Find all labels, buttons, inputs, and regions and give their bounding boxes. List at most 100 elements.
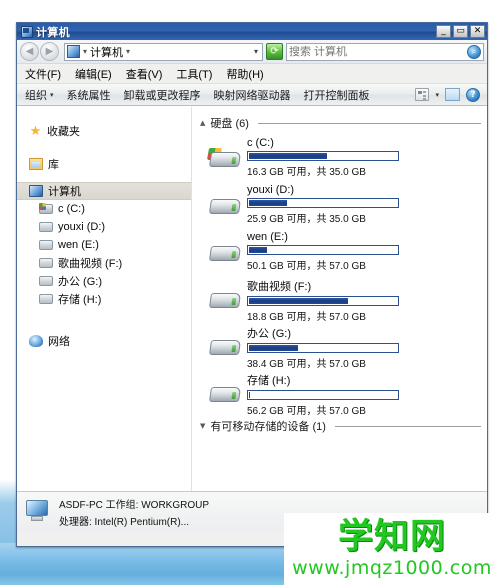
capacity-bar [247,245,399,255]
sidebar-item-drive-h[interactable]: 存储 (H:) [17,290,191,308]
drive-item-h[interactable]: 存储 (H:) 56.2 GB 可用，共 57.0 GB [208,371,481,417]
capacity-bar-fill [249,345,298,351]
forward-button[interactable]: ▶ [40,42,59,61]
drive-icon [208,334,242,361]
open-control-panel-button[interactable]: 打开控制面板 [304,87,370,103]
sidebar-item-drive-e[interactable]: wen (E:) [17,236,191,254]
drive-info: 办公 (G:) 38.4 GB 可用，共 57.0 GB [247,324,481,370]
organize-button[interactable]: 组织 ▾ [25,87,54,103]
drive-name: 办公 (G:) [247,328,291,340]
close-button[interactable]: ✕ [470,25,485,38]
help-icon[interactable]: ? [466,87,480,102]
address-input[interactable]: ▾ 计算机 ▾ ▾ [64,42,263,61]
drive-item-d[interactable]: youxi (D:) 25.9 GB 可用，共 35.0 GB [208,183,481,225]
sidebar-item-computer[interactable]: 计算机 [17,182,191,200]
capacity-bar-fill [249,392,251,398]
drive-capacity-text: 50.1 GB 可用，共 57.0 GB [247,261,366,272]
drive-name: youxi (D:) [247,184,295,196]
organize-label: 组织 [25,89,47,102]
capacity-bar [247,390,399,400]
back-button[interactable]: ◀ [20,42,39,61]
sidebar-item-network[interactable]: 网络 [17,326,191,356]
status-computer-workgroup: ASDF-PC 工作组: WORKGROUP [59,499,210,511]
group-label: 有可移动存储的设备 (1) [210,421,326,433]
refresh-button[interactable]: ⟳ [266,43,283,60]
chevron-down-icon[interactable]: ▾ [435,91,439,99]
computer-icon [23,499,51,524]
map-network-drive-button[interactable]: 映射网络驱动器 [214,87,291,103]
window-body: ★ 收藏夹 库 计算机 c (C:) youxi (D:) wen (E:) 歌… [17,106,487,491]
group-header-hard-disks[interactable]: ▲ 硬盘 (6) [200,115,481,131]
breadcrumb-item-computer[interactable]: 计算机 [90,44,123,60]
navigation-buttons: ◀ ▶ [20,42,59,61]
watermark-url: www.jmqz1000.com [292,557,492,579]
watermark: 学知网 www.jmqz1000.com [284,513,500,585]
screen: 计算机 _ ▭ ✕ ◀ ▶ ▾ 计算机 ▾ ▾ ⟳ ⌕ [0,0,500,585]
sidebar-item-libraries[interactable]: 库 [17,149,191,179]
libraries-group: 库 [17,149,191,179]
drive-icon [39,222,53,232]
drive-capacity-text: 16.3 GB 可用，共 35.0 GB [247,167,366,178]
group-header-removable-storage[interactable]: ▼ 有可移动存储的设备 (1) [200,418,481,434]
navigation-pane: ★ 收藏夹 库 计算机 c (C:) youxi (D:) wen (E:) 歌… [17,107,192,491]
menu-item-help[interactable]: 帮助(H) [226,66,263,82]
drive-item-c[interactable]: c (C:) 16.3 GB 可用，共 35.0 GB [206,136,481,178]
content-pane: ▲ 硬盘 (6) c (C:) 16.3 GB 可用，共 35.0 GB you… [192,107,487,491]
capacity-bar [247,151,399,161]
explorer-window: 计算机 _ ▭ ✕ ◀ ▶ ▾ 计算机 ▾ ▾ ⟳ ⌕ [16,22,488,547]
disk-shape [208,387,242,402]
network-group: 网络 [17,326,191,356]
sidebar-item-drive-d[interactable]: youxi (D:) [17,218,191,236]
menu-item-view[interactable]: 查看(V) [126,66,163,82]
monitor-base-shape [31,516,43,521]
watermark-title: 学知网 [337,517,446,557]
capacity-bar [247,198,399,208]
system-drive-icon [206,146,242,173]
drive-item-g[interactable]: 办公 (G:) 38.4 GB 可用，共 57.0 GB [208,324,481,370]
menu-item-edit[interactable]: 编辑(E) [75,66,112,82]
chevron-down-icon[interactable]: ▾ [254,47,260,56]
system-properties-button[interactable]: 系统属性 [67,87,111,103]
menu-bar: 文件(F) 编辑(E) 查看(V) 工具(T) 帮助(H) [17,64,487,83]
sidebar-item-favorites[interactable]: ★ 收藏夹 [17,116,191,146]
capacity-bar [247,343,399,353]
search-icon[interactable]: ⌕ [467,44,481,59]
command-bar-right: ▾ ? [415,87,483,102]
computer-group: 计算机 c (C:) youxi (D:) wen (E:) 歌曲视频 (F:)… [17,182,191,308]
sidebar-item-label: youxi (D:) [58,221,106,233]
capacity-bar-fill [249,153,328,159]
change-view-icon[interactable] [415,88,430,101]
disk-shape [208,340,242,355]
drive-item-e[interactable]: wen (E:) 50.1 GB 可用，共 57.0 GB [208,230,481,272]
drive-info: youxi (D:) 25.9 GB 可用，共 35.0 GB [247,183,481,225]
sidebar-item-label: 收藏夹 [47,126,80,138]
maximize-button[interactable]: ▭ [453,25,468,38]
preview-pane-icon[interactable] [445,88,460,101]
sidebar-item-label: 歌曲视频 (F:) [58,258,123,270]
star-icon: ★ [29,123,42,139]
expand-triangle-icon[interactable]: ▼ [200,422,205,430]
drive-icon [39,258,53,268]
sidebar-item-drive-c[interactable]: c (C:) [17,200,191,218]
collapse-triangle-icon[interactable]: ▲ [200,119,205,127]
system-drive-icon [39,203,53,214]
sidebar-item-label: 办公 (G:) [58,276,102,288]
sidebar-item-label: wen (E:) [58,239,99,251]
drive-info: 歌曲视频 (F:) 18.8 GB 可用，共 57.0 GB [247,277,481,323]
drive-item-f[interactable]: 歌曲视频 (F:) 18.8 GB 可用，共 57.0 GB [208,277,481,323]
minimize-button[interactable]: _ [436,25,451,38]
drive-name: wen (E:) [247,231,288,243]
drive-icon [39,276,53,286]
favorites-group: ★ 收藏夹 [17,116,191,146]
sidebar-item-drive-g[interactable]: 办公 (G:) [17,272,191,290]
search-input[interactable] [289,45,467,58]
menu-item-file[interactable]: 文件(F) [25,66,61,82]
menu-item-tools[interactable]: 工具(T) [176,66,212,82]
search-box[interactable]: ⌕ [286,42,484,61]
sidebar-item-drive-f[interactable]: 歌曲视频 (F:) [17,254,191,272]
group-divider [334,425,481,427]
uninstall-change-program-button[interactable]: 卸载或更改程序 [124,87,201,103]
status-details: ASDF-PC 工作组: WORKGROUP 处理器: Intel(R) Pen… [59,496,209,528]
monitor-shape [26,500,48,516]
drive-name: 歌曲视频 (F:) [247,281,312,293]
